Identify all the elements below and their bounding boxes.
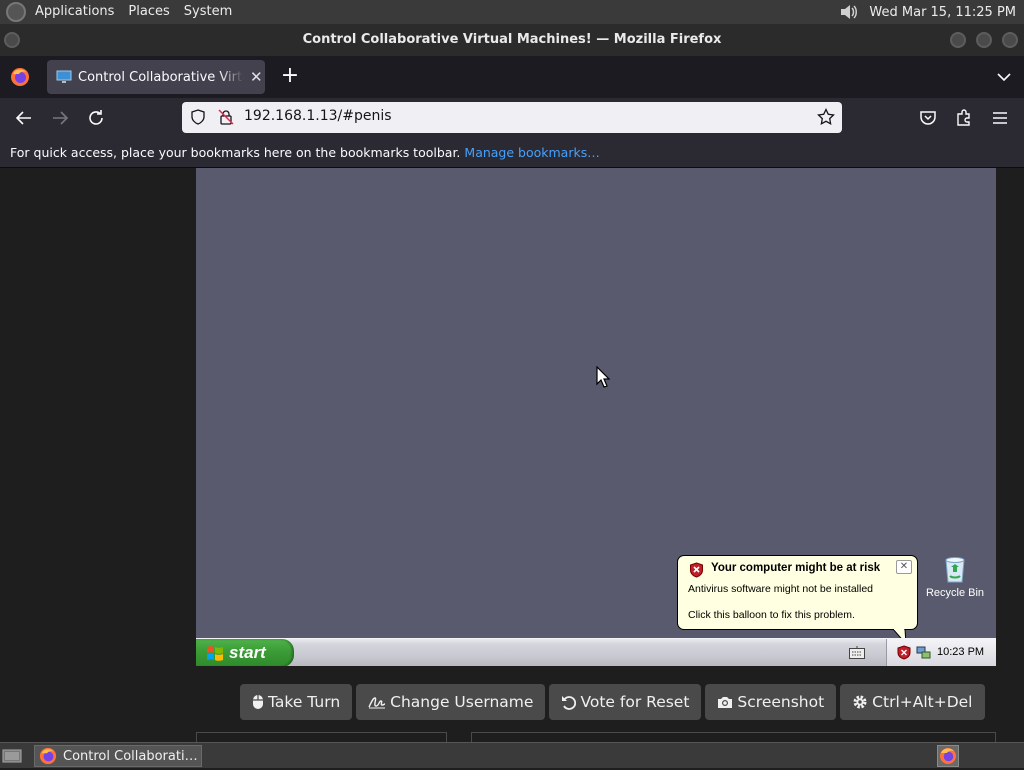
show-desktop-icon[interactable] (2, 748, 22, 764)
ctrl-alt-del-label: Ctrl+Alt+Del (872, 693, 973, 711)
mouse-cursor-icon (596, 366, 610, 388)
security-alert-icon[interactable] (897, 645, 911, 660)
vm-controls: Take Turn Change Username Vote for Reset… (240, 684, 985, 720)
places-menu[interactable]: Places (121, 0, 176, 24)
change-username-button[interactable]: Change Username (356, 684, 546, 720)
forward-icon[interactable] (50, 108, 70, 128)
screenshot-label: Screenshot (737, 693, 825, 711)
distro-logo-icon[interactable] (6, 2, 26, 22)
start-label: start (229, 643, 266, 662)
tab-title: Control Collaborative Virtual Machines! (78, 69, 244, 85)
bookmark-star-icon[interactable] (817, 108, 835, 126)
monitor-icon (56, 70, 72, 83)
tab-active[interactable]: Control Collaborative Virtual Machines! … (47, 60, 265, 94)
manage-bookmarks-link[interactable]: Manage bookmarks… (464, 145, 599, 160)
security-balloon[interactable]: Your computer might be at risk ✕ Antivir… (677, 555, 918, 630)
take-turn-button[interactable]: Take Turn (240, 684, 353, 720)
pocket-icon[interactable] (918, 108, 938, 128)
reload-icon[interactable] (86, 108, 106, 128)
chevron-down-icon[interactable] (996, 69, 1012, 85)
volume-icon[interactable] (839, 3, 859, 21)
tray-firefox-button[interactable] (937, 745, 959, 767)
windows-flag-icon (207, 646, 223, 661)
vm-display[interactable]: Recycle Bin Your computer might be at ri… (196, 168, 996, 666)
taskbar-firefox-window[interactable]: Control Collaborati… (34, 745, 202, 767)
chat-panel (471, 732, 996, 742)
balloon-action[interactable]: Click this balloon to fix this problem. (688, 609, 855, 621)
taskbar-firefox-label: Control Collaborati… (63, 748, 198, 764)
url-bar[interactable]: 192.168.1.13/#penis (182, 102, 842, 133)
user-list-panel (196, 732, 447, 742)
keyboard-icon[interactable] (849, 646, 865, 659)
minimize-button[interactable] (950, 32, 966, 48)
balloon-close-button[interactable]: ✕ (896, 560, 912, 574)
new-tab-button[interactable]: + (279, 65, 301, 87)
shield-icon[interactable] (190, 109, 206, 125)
window-menu-button[interactable] (4, 32, 20, 48)
signature-icon (368, 697, 386, 709)
tab-close-icon[interactable]: ✕ (250, 68, 263, 86)
camera-icon (718, 697, 733, 708)
clock[interactable]: Wed Mar 15, 11:25 PM (869, 5, 1016, 20)
system-tray: 10:23 PM (886, 639, 996, 666)
balloon-message: Antivirus software might not be installe… (688, 583, 874, 595)
maximize-button[interactable] (976, 32, 992, 48)
security-shield-icon (690, 562, 703, 578)
page-content: Recycle Bin Your computer might be at ri… (0, 168, 1024, 742)
vote-reset-button[interactable]: Vote for Reset (549, 684, 702, 720)
close-window-button[interactable] (1002, 32, 1018, 48)
vm-clock[interactable]: 10:23 PM (937, 646, 984, 658)
recycle-bin[interactable]: Recycle Bin (922, 554, 988, 599)
gear-icon (853, 695, 867, 709)
insecure-lock-icon[interactable] (218, 109, 234, 125)
take-turn-label: Take Turn (268, 693, 341, 711)
ctrl-alt-del-button[interactable]: Ctrl+Alt+Del (840, 684, 985, 720)
navigation-toolbar: 192.168.1.13/#penis (0, 98, 1024, 138)
bottom-panel: Control Collaborati… (0, 742, 1024, 768)
recycle-bin-icon (945, 557, 965, 583)
window-titlebar[interactable]: Control Collaborative Virtual Machines! … (0, 24, 1024, 56)
firefox-icon (39, 747, 57, 765)
tab-strip: Control Collaborative Virtual Machines! … (0, 56, 1024, 98)
extensions-icon[interactable] (954, 108, 974, 128)
vote-reset-label: Vote for Reset (580, 693, 690, 711)
screenshot-button[interactable]: Screenshot (705, 684, 837, 720)
mouse-icon (253, 695, 263, 709)
bookmarks-hint: For quick access, place your bookmarks h… (10, 145, 461, 160)
network-icon[interactable] (916, 645, 932, 660)
back-icon[interactable] (14, 108, 34, 128)
change-username-label: Change Username (390, 693, 534, 711)
url-text[interactable]: 192.168.1.13/#penis (244, 108, 392, 124)
applications-menu[interactable]: Applications (28, 0, 121, 24)
window-title: Control Collaborative Virtual Machines! … (302, 32, 722, 47)
bookmarks-toolbar: For quick access, place your bookmarks h… (0, 138, 1024, 168)
recycle-bin-label: Recycle Bin (925, 587, 985, 599)
firefox-icon (940, 748, 956, 764)
system-menu[interactable]: System (177, 0, 239, 24)
undo-icon (562, 695, 577, 710)
balloon-title: Your computer might be at risk (711, 562, 881, 574)
hamburger-menu-icon[interactable] (990, 108, 1010, 128)
start-button[interactable]: start (196, 639, 294, 666)
firefox-view-icon[interactable] (10, 67, 30, 87)
top-panel: Applications Places System Wed Mar 15, 1… (0, 0, 1024, 24)
xp-taskbar: start 10:23 PM (196, 638, 996, 666)
